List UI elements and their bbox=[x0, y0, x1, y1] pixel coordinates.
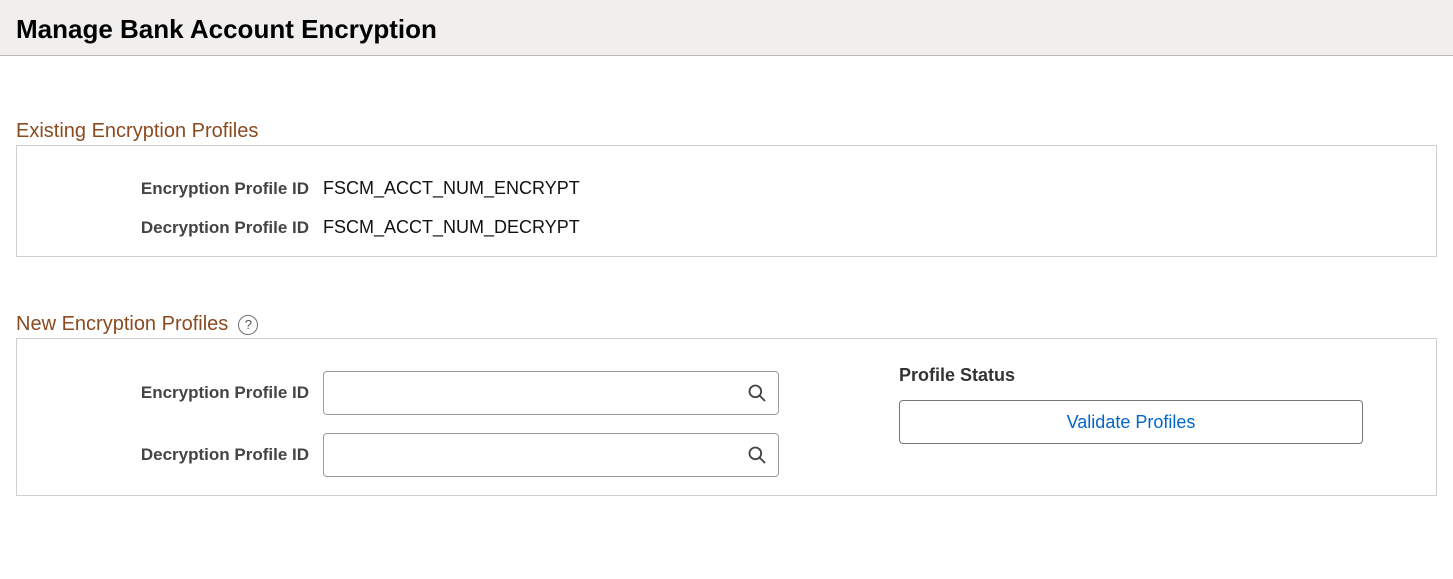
existing-section-title: Existing Encryption Profiles bbox=[16, 120, 258, 143]
content-area: Existing Encryption Profiles Encryption … bbox=[0, 56, 1453, 512]
new-decryption-row: Decryption Profile ID bbox=[33, 433, 779, 477]
new-decryption-label: Decryption Profile ID bbox=[33, 445, 323, 465]
profile-status-heading: Profile Status bbox=[899, 365, 1363, 386]
new-section-title: New Encryption Profiles bbox=[16, 313, 228, 336]
profile-status-column: Profile Status Validate Profiles bbox=[899, 361, 1363, 444]
search-icon bbox=[747, 445, 767, 465]
encryption-profile-input[interactable] bbox=[323, 371, 779, 415]
existing-decryption-row: Decryption Profile ID FSCM_ACCT_NUM_DECR… bbox=[33, 217, 1420, 238]
new-encryption-label: Encryption Profile ID bbox=[33, 383, 323, 403]
existing-encryption-row: Encryption Profile ID FSCM_ACCT_NUM_ENCR… bbox=[33, 178, 1420, 199]
existing-decryption-value: FSCM_ACCT_NUM_DECRYPT bbox=[323, 217, 580, 238]
new-group-box: Encryption Profile ID Decryption Profile… bbox=[16, 338, 1437, 496]
page-header: Manage Bank Account Encryption bbox=[0, 0, 1453, 56]
page-title: Manage Bank Account Encryption bbox=[16, 14, 1437, 45]
decryption-profile-input[interactable] bbox=[323, 433, 779, 477]
search-icon bbox=[747, 383, 767, 403]
existing-encryption-label: Encryption Profile ID bbox=[33, 179, 323, 199]
existing-group-box: Encryption Profile ID FSCM_ACCT_NUM_ENCR… bbox=[16, 145, 1437, 257]
decryption-lookup-button[interactable] bbox=[737, 435, 777, 475]
existing-decryption-label: Decryption Profile ID bbox=[33, 218, 323, 238]
help-icon[interactable]: ? bbox=[238, 315, 258, 335]
new-encryption-row: Encryption Profile ID bbox=[33, 371, 779, 415]
encryption-lookup-button[interactable] bbox=[737, 373, 777, 413]
existing-encryption-value: FSCM_ACCT_NUM_ENCRYPT bbox=[323, 178, 580, 199]
validate-profiles-button[interactable]: Validate Profiles bbox=[899, 400, 1363, 444]
new-inputs-column: Encryption Profile ID Decryption Profile… bbox=[33, 361, 779, 477]
